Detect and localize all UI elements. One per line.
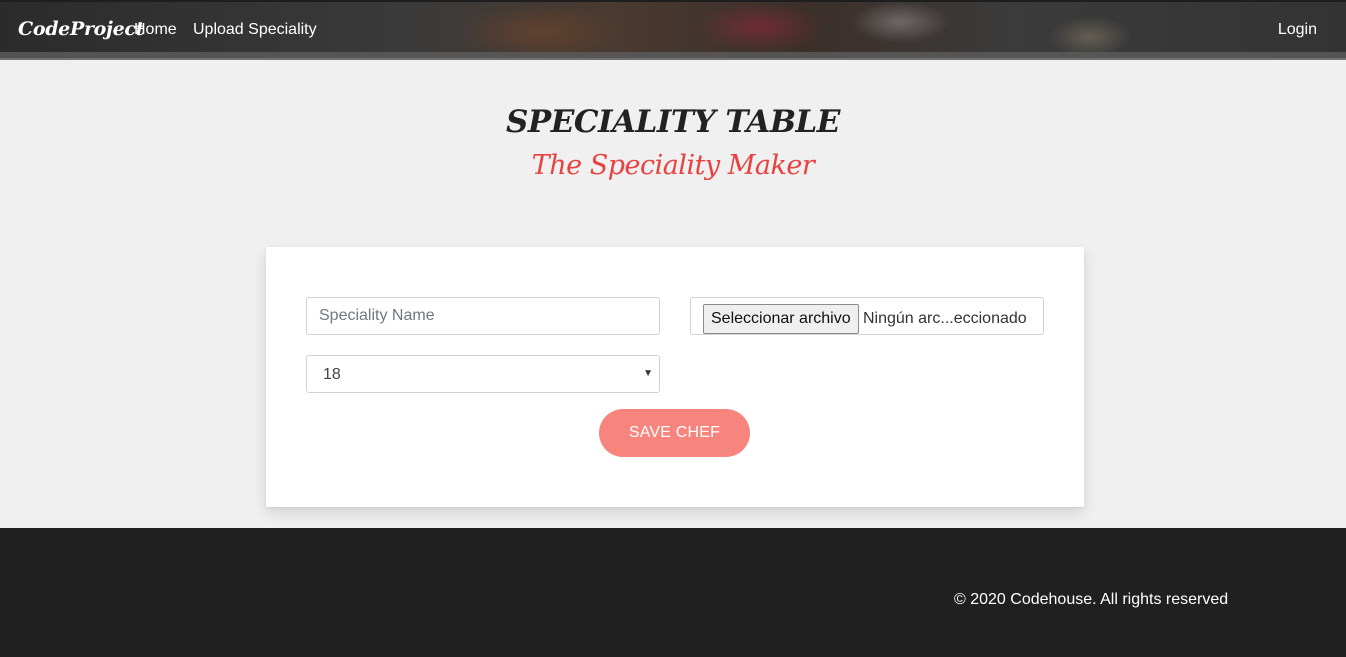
- select-value: 18: [323, 366, 341, 383]
- brand-logo[interactable]: CodeProject: [18, 18, 144, 40]
- file-status-text: Ningún arc...eccionado: [863, 310, 1027, 327]
- nav-link-home[interactable]: Home: [134, 21, 177, 39]
- speciality-name-input[interactable]: [306, 297, 660, 335]
- page-subtitle: The Speciality Maker: [531, 150, 815, 181]
- form-card: Seleccionar archivo Ningún arc...ecciona…: [266, 247, 1084, 507]
- nav-link-upload-speciality[interactable]: Upload Speciality: [193, 21, 317, 39]
- save-chef-button[interactable]: SAVE CHEF: [599, 409, 750, 457]
- file-input[interactable]: Seleccionar archivo Ningún arc...ecciona…: [690, 297, 1044, 335]
- navbar: CodeProject Home Upload Speciality Login: [0, 0, 1346, 60]
- nav-link-login[interactable]: Login: [1278, 21, 1317, 39]
- navbar-strip: [0, 52, 1346, 60]
- select-file-button[interactable]: Seleccionar archivo: [703, 304, 859, 334]
- speciality-select[interactable]: 18 ▼: [306, 355, 660, 393]
- footer: © 2020 Codehouse. All rights reserved: [0, 528, 1346, 657]
- page-title: SPECIALITY TABLE: [506, 104, 840, 140]
- copyright-text: © 2020 Codehouse. All rights reserved: [954, 591, 1229, 608]
- chevron-down-icon: ▼: [643, 368, 653, 379]
